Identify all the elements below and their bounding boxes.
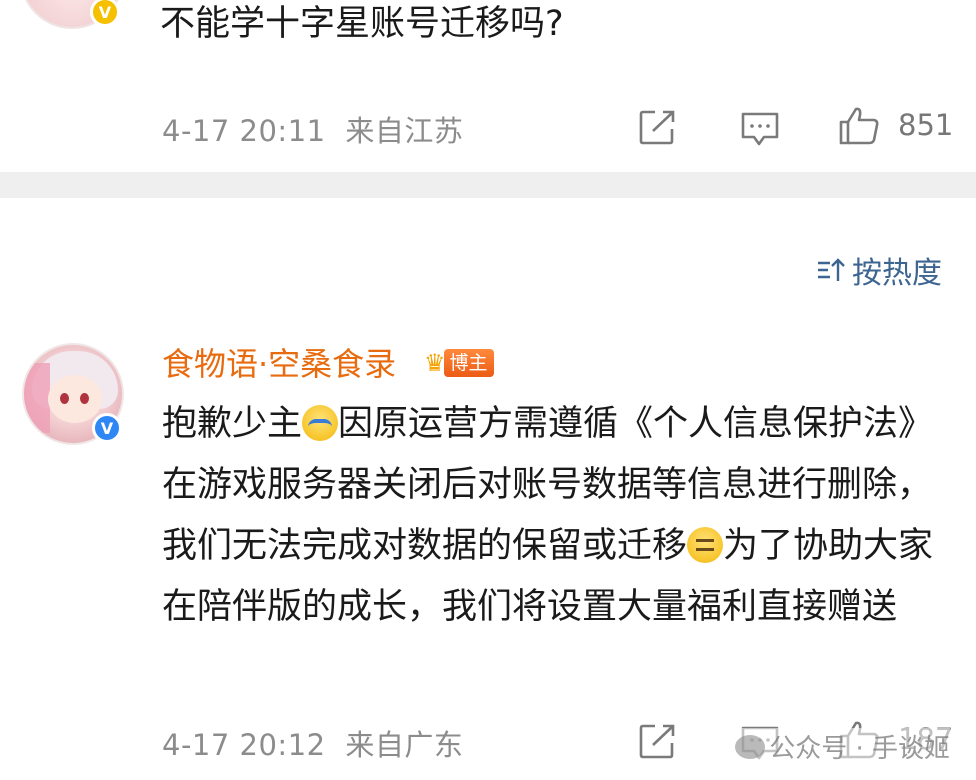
blogger-badge: ♛ 博主 bbox=[424, 346, 494, 380]
share-icon[interactable] bbox=[639, 723, 677, 759]
location: 来自江苏 bbox=[345, 114, 464, 148]
username[interactable]: 食物语·空桑食录 bbox=[162, 342, 396, 386]
comment-text-part: 抱歉少主 bbox=[162, 404, 303, 444]
timestamp: 4-17 20:11 bbox=[162, 114, 326, 148]
location: 来自广东 bbox=[345, 728, 464, 762]
sort-toggle[interactable]: 按热度 bbox=[816, 248, 942, 292]
comment-text: 不能学十字星账号迁移吗? bbox=[160, 4, 564, 44]
timestamp: 4-17 20:12 bbox=[162, 728, 326, 762]
crown-icon: ♛ bbox=[424, 349, 446, 377]
sort-icon bbox=[818, 258, 845, 281]
like-count: 851 bbox=[898, 108, 954, 142]
awkward-emoji-icon bbox=[687, 527, 724, 563]
share-icon[interactable] bbox=[639, 109, 677, 145]
section-divider bbox=[0, 172, 976, 198]
watermark: 公众号 · 手谈姬 bbox=[735, 728, 950, 765]
verified-badge-icon: V bbox=[92, 413, 122, 443]
comment-meta: 4-17 20:12 来自广东 bbox=[162, 722, 463, 764]
wechat-logo-icon bbox=[735, 734, 766, 759]
comment-icon[interactable] bbox=[740, 111, 780, 147]
sort-label: 按热度 bbox=[852, 256, 942, 291]
verified-badge-icon: V bbox=[90, 0, 120, 27]
watermark-text: 公众号 · 手谈姬 bbox=[769, 734, 950, 764]
crying-emoji-icon bbox=[302, 405, 339, 441]
comment-text: 抱歉少主 因原运营方需遵循《个人信息保护法》在游戏服务器关闭后对账号数据等信息进行… bbox=[162, 394, 942, 638]
blogger-badge-label: 博主 bbox=[443, 349, 494, 377]
comment-meta: 4-17 20:11 来自江苏 bbox=[162, 108, 463, 150]
like-icon[interactable] bbox=[838, 106, 880, 146]
